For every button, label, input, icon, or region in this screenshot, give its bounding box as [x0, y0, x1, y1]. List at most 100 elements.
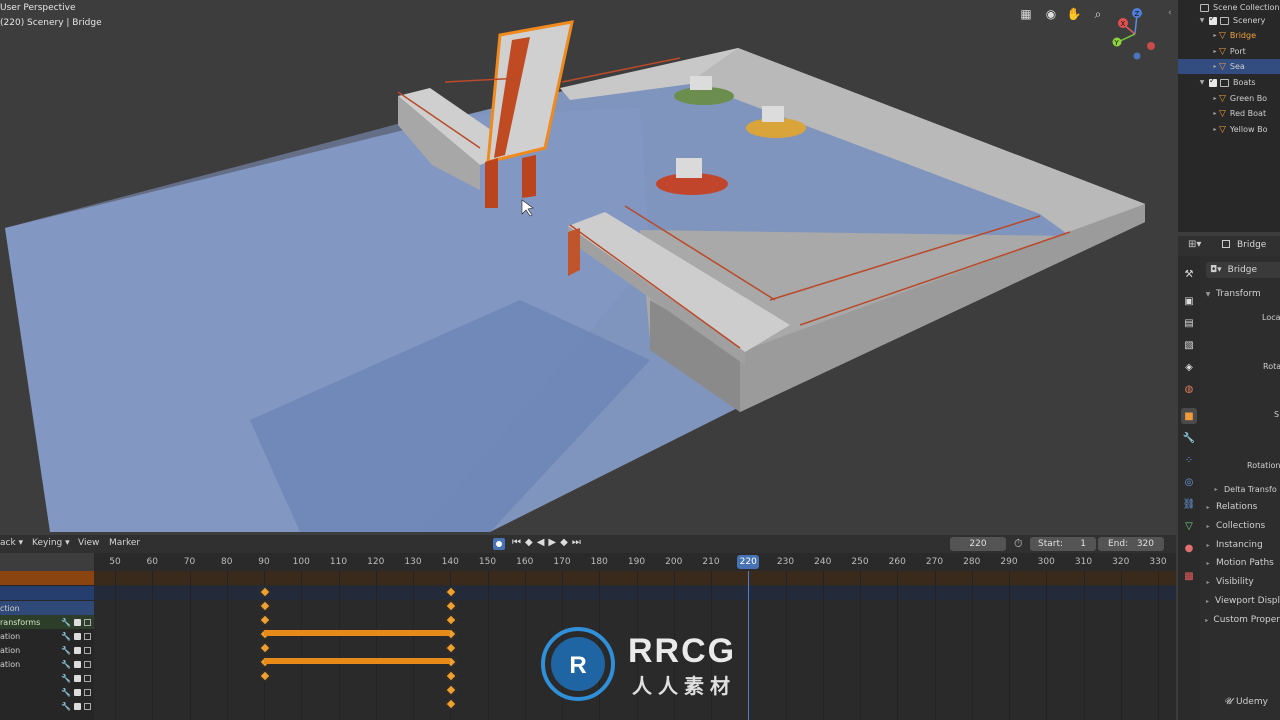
keyframe[interactable]	[445, 684, 457, 696]
particles-tab-icon[interactable]: ⁘	[1181, 452, 1197, 468]
wrench-icon[interactable]: 🔧	[61, 688, 71, 697]
keyframe[interactable]	[445, 670, 457, 682]
wrench-icon[interactable]: 🔧	[61, 674, 71, 683]
expand-triangle-icon[interactable]: ▸	[1211, 32, 1219, 39]
channel-row[interactable]: 🔧	[0, 671, 94, 685]
material-tab-icon[interactable]: ●	[1181, 540, 1197, 556]
expand-triangle-icon[interactable]: ▸	[1211, 63, 1219, 70]
wrench-icon[interactable]: 🔧	[61, 618, 71, 627]
camera-icon[interactable]: ◉	[1042, 5, 1060, 23]
texture-tab-icon[interactable]: ▩	[1181, 568, 1197, 584]
checkbox-icon[interactable]	[74, 702, 81, 710]
summary-channel[interactable]	[0, 571, 94, 585]
play-reverse-icon[interactable]: ◀	[537, 537, 549, 548]
end-frame-field[interactable]: End: 320	[1098, 537, 1164, 551]
checkbox-icon[interactable]	[74, 618, 81, 626]
expand-triangle-icon[interactable]: ▸	[1211, 126, 1219, 133]
keyframe[interactable]	[445, 698, 457, 710]
playback-menu[interactable]: ack ▾	[0, 538, 23, 548]
lock-icon[interactable]	[84, 660, 91, 668]
hand-icon[interactable]: ✋	[1065, 5, 1083, 23]
transform-section-header[interactable]: ▼ Transform	[1200, 285, 1280, 303]
rotation-channel[interactable]: ation 🔧	[0, 657, 94, 671]
wrench-icon[interactable]: 🔧	[61, 702, 71, 711]
expand-triangle-icon[interactable]: ▸	[1211, 95, 1219, 102]
axis-gizmo[interactable]: Z X Y	[1110, 6, 1160, 60]
visibility-section[interactable]: ▸ Visibility	[1200, 573, 1280, 591]
checkbox-icon[interactable]	[74, 632, 81, 640]
lock-icon[interactable]	[84, 646, 91, 654]
checkbox-icon[interactable]	[1209, 14, 1217, 25]
output-tab-icon[interactable]: ▤	[1181, 315, 1197, 331]
outliner-item-green-boat[interactable]: ▸ ▽ Green Bo	[1178, 91, 1280, 106]
checkbox-icon[interactable]	[74, 660, 81, 668]
custom-properties-section[interactable]: ▸ Custom Proper	[1200, 611, 1280, 629]
scene-tab-icon[interactable]: ◈	[1181, 359, 1197, 375]
next-keyframe-icon[interactable]: ◆	[560, 537, 572, 548]
outliner-item-sea[interactable]: ▸ ▽ Sea	[1178, 59, 1280, 74]
playhead-frame-label[interactable]: 220	[737, 555, 760, 569]
outliner[interactable]: Scene Collection ▼Scenery ▸▽Bridge ▸▽Por…	[1178, 0, 1280, 232]
wrench-icon[interactable]: 🔧	[61, 646, 71, 655]
grid-icon[interactable]: ▦	[1017, 5, 1035, 23]
checkbox-icon[interactable]	[1209, 76, 1217, 87]
playback-controls[interactable]: ⏮◆◀▶◆⏭	[512, 537, 585, 548]
current-frame-field[interactable]: 220	[950, 537, 1006, 551]
wrench-icon[interactable]: 🔧	[61, 660, 71, 669]
transforms-channel[interactable]: ransforms 🔧	[0, 615, 94, 629]
zoom-icon[interactable]: ⌕	[1089, 5, 1107, 23]
constraints-tab-icon[interactable]: ⛓	[1181, 496, 1197, 512]
checkbox-icon[interactable]	[74, 646, 81, 654]
physics-tab-icon[interactable]: ◎	[1181, 474, 1197, 490]
outliner-item-yellow-boat[interactable]: ▸ ▽ Yellow Bo	[1178, 122, 1280, 137]
object-data-tab-icon[interactable]: ▽	[1181, 518, 1197, 534]
keyframe[interactable]	[259, 614, 271, 626]
lock-icon[interactable]	[84, 632, 91, 640]
checkbox-icon[interactable]	[74, 674, 81, 682]
relations-section[interactable]: ▸ Relations	[1200, 498, 1280, 516]
rotation-channel[interactable]: ation 🔧	[0, 643, 94, 657]
play-icon[interactable]: ▶	[548, 537, 560, 548]
expand-triangle-icon[interactable]: ▸	[1211, 110, 1219, 117]
tool-tab-icon[interactable]: ⚒	[1181, 266, 1197, 282]
checkbox-icon[interactable]	[74, 688, 81, 696]
render-tab-icon[interactable]: ▣	[1181, 293, 1197, 309]
object-name-field[interactable]: ◘▾ Bridge	[1206, 262, 1280, 278]
keyframe[interactable]	[445, 642, 457, 654]
viewport-display-section[interactable]: ▸ Viewport Displ	[1200, 592, 1280, 610]
keyframe[interactable]	[259, 642, 271, 654]
frame-ruler[interactable]: 50 60 70 80 90 100 110 120 130 140 150 160 170 180 190…	[94, 553, 1176, 571]
marker-menu[interactable]: Marker	[109, 538, 140, 548]
expand-triangle-icon[interactable]: ▸	[1211, 48, 1219, 55]
lock-icon[interactable]	[84, 674, 91, 682]
delta-transform-section[interactable]: ▸ Delta Transfo	[1200, 480, 1280, 498]
action-channel[interactable]: ction	[0, 601, 94, 615]
start-frame-field[interactable]: Start: 1	[1030, 537, 1096, 551]
stopwatch-icon[interactable]: ⏱	[1014, 537, 1023, 551]
view-layer-tab-icon[interactable]: ▧	[1181, 337, 1197, 353]
record-button[interactable]	[493, 538, 505, 550]
editor-type-icon[interactable]: ⊞▾	[1188, 239, 1201, 250]
keyframe[interactable]	[259, 600, 271, 612]
view-menu[interactable]: View	[78, 538, 99, 548]
outliner-item-bridge[interactable]: ▸ ▽ Bridge	[1178, 28, 1280, 43]
jump-end-icon[interactable]: ⏭	[572, 537, 585, 548]
expand-triangle-icon[interactable]: ▼	[1198, 79, 1206, 86]
outliner-item-scenery[interactable]: ▼Scenery	[1178, 13, 1280, 28]
motion-paths-section[interactable]: ▸ Motion Paths	[1200, 554, 1280, 572]
lock-icon[interactable]	[84, 702, 91, 710]
expand-triangle-icon[interactable]: ▼	[1198, 17, 1206, 24]
keyframe[interactable]	[445, 614, 457, 626]
outliner-item-boats[interactable]: ▼Boats	[1178, 75, 1280, 90]
keyframe[interactable]	[445, 600, 457, 612]
lock-icon[interactable]	[84, 618, 91, 626]
keyframe[interactable]	[259, 670, 271, 682]
jump-start-icon[interactable]: ⏮	[512, 537, 525, 548]
rotation-channel[interactable]: ation 🔧	[0, 629, 94, 643]
world-tab-icon[interactable]: ◍	[1181, 381, 1197, 397]
3d-viewport[interactable]: User Perspective (220) Scenery | Bridge …	[0, 0, 1176, 532]
object-tab-icon[interactable]: ■	[1181, 408, 1197, 424]
object-channel[interactable]	[0, 586, 94, 600]
collections-section[interactable]: ▸ Collections	[1200, 517, 1280, 535]
outliner-item-port[interactable]: ▸ ▽ Port	[1178, 44, 1280, 59]
